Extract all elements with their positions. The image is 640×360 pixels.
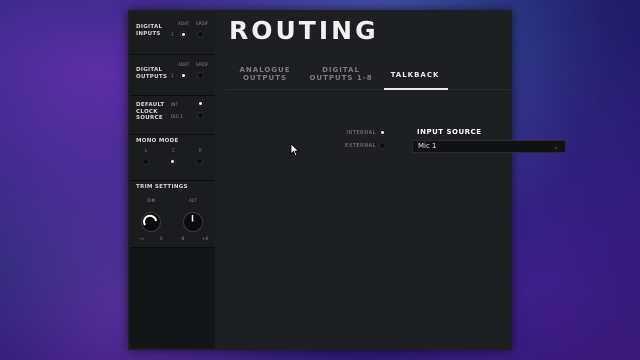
input-source-select[interactable]: Mic 1 ⌄ — [412, 140, 566, 153]
clock-int-label: INT — [171, 102, 179, 107]
dim-label: DIM — [147, 198, 156, 203]
active-tab-indicator — [384, 88, 448, 90]
mono-l-label: L — [145, 148, 148, 153]
dim-knob[interactable] — [141, 212, 161, 232]
digital-inputs-section: DIGITAL INPUTS ADAT SPDIF 1 — [130, 12, 215, 55]
alt-label: ALT — [189, 198, 197, 203]
input-source-label: INPUT SOURCE — [417, 128, 482, 136]
mono-r-radio[interactable] — [196, 158, 203, 165]
mono-r-label: R — [199, 148, 202, 153]
tab-divider — [226, 89, 510, 90]
dim-max-label: 0 — [160, 236, 163, 241]
mono-mode-label: MONO MODE — [136, 138, 179, 144]
mono-c-radio[interactable] — [169, 158, 176, 165]
input-source-value: Mic 1 — [418, 142, 437, 150]
routing-window: DIGITAL INPUTS ADAT SPDIF 1 DIGITAL OUTP… — [128, 10, 566, 350]
digital-inputs-spdif-radio[interactable] — [197, 31, 204, 38]
clock-dig-radio[interactable] — [197, 112, 204, 119]
row-number: 1 — [171, 73, 174, 78]
digital-outputs-adat-radio[interactable] — [180, 72, 187, 79]
clock-int-radio[interactable] — [197, 100, 204, 107]
clock-source-section: DEFAULT CLOCK SOURCE INT DIG 1 — [130, 96, 215, 135]
row-number: 1 — [171, 32, 174, 37]
digital-outputs-section: DIGITAL OUTPUTS ADAT SPDIF 1 — [130, 55, 215, 96]
mono-l-radio[interactable] — [142, 158, 149, 165]
internal-label: INTERNAL — [346, 130, 376, 136]
clock-source-label: DEFAULT CLOCK SOURCE — [136, 102, 165, 121]
adat-label: ADAT — [178, 21, 190, 26]
clock-dig-label: DIG 1 — [171, 114, 184, 119]
external-radio[interactable] — [379, 142, 386, 149]
mono-c-label: C — [172, 148, 175, 153]
mono-mode-section: MONO MODE L C R — [130, 135, 215, 181]
page-title: ROUTING — [229, 16, 379, 45]
chevron-down-icon: ⌄ — [553, 143, 559, 151]
digital-inputs-label: DIGITAL INPUTS — [136, 24, 163, 37]
digital-outputs-spdif-radio[interactable] — [197, 72, 204, 79]
alt-knob-indicator-icon — [191, 215, 194, 222]
adat-label: ADAT — [178, 62, 190, 67]
main-panel: ROUTING ANALOGUE OUTPUTS DIGITAL OUTPUTS… — [218, 10, 566, 350]
alt-min-label: -8 — [180, 236, 185, 241]
alt-knob[interactable] — [183, 212, 203, 232]
dim-min-label: -∞ — [139, 236, 145, 241]
tab-analogue-outputs[interactable]: ANALOGUE OUTPUTS — [232, 66, 298, 88]
sidebar: DIGITAL INPUTS ADAT SPDIF 1 DIGITAL OUTP… — [130, 12, 215, 348]
spdif-label: SPDIF — [196, 62, 209, 67]
alt-max-label: +8 — [202, 236, 209, 241]
external-label: EXTERNAL — [345, 143, 376, 149]
mouse-pointer-icon — [290, 143, 300, 157]
trim-settings-section: TRIM SETTINGS DIM ALT -∞ 0 -8 +8 — [130, 181, 215, 248]
spdif-label: SPDIF — [196, 21, 209, 26]
digital-outputs-label: DIGITAL OUTPUTS — [136, 67, 168, 80]
dim-knob-arc-icon — [143, 214, 157, 226]
digital-inputs-adat-radio[interactable] — [180, 31, 187, 38]
tab-digital-outputs[interactable]: DIGITAL OUTPUTS 1-8 — [308, 66, 374, 88]
trim-settings-label: TRIM SETTINGS — [136, 184, 188, 190]
internal-radio[interactable] — [379, 129, 386, 136]
